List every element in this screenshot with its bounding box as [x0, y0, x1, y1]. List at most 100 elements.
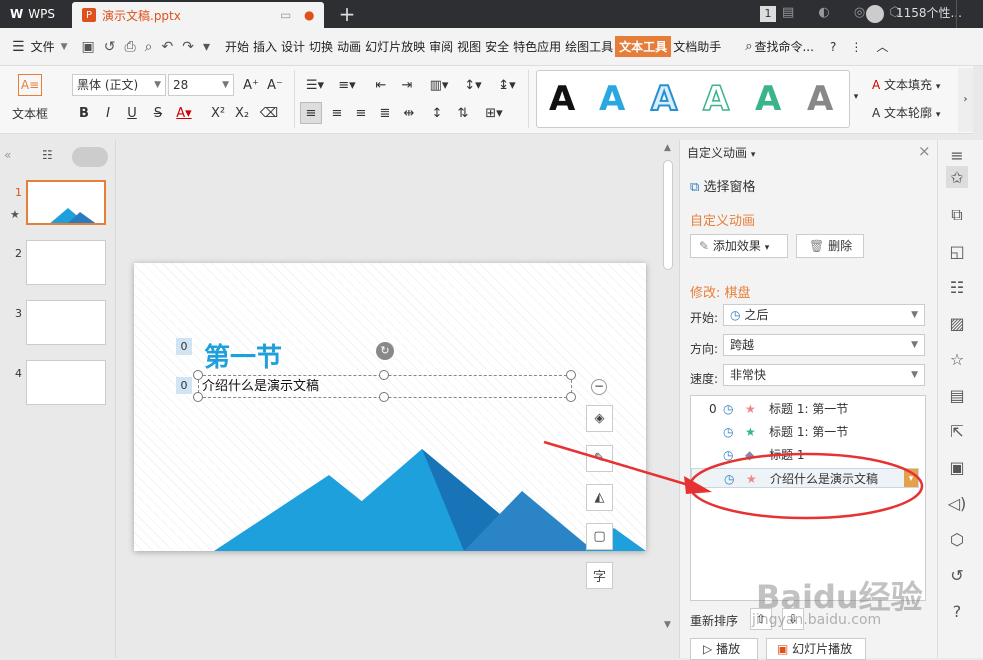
slide-thumbnail-1[interactable] [26, 180, 106, 225]
list-item[interactable]: 0 ◷ ★ 标题 1: 第一节 [691, 399, 925, 419]
slide-thumbnail-4[interactable] [26, 360, 106, 405]
textbox-icon[interactable]: A≡ [18, 74, 42, 96]
share-icon[interactable]: ⇱ [946, 420, 968, 442]
archive-icon[interactable]: ▤ [946, 384, 968, 406]
resize-handle[interactable] [193, 392, 203, 402]
outline-view-icon[interactable]: ☷ [42, 148, 53, 162]
text-direction-icon[interactable]: ↕▾ [460, 74, 486, 96]
help-icon[interactable]: ? [830, 40, 836, 54]
vertical-align-icon[interactable]: ⊞▾ [480, 102, 508, 124]
new-tab-button[interactable]: + [336, 2, 358, 26]
collapse-float-icon[interactable]: − [591, 379, 607, 395]
slide-subtitle[interactable]: 介绍什么是演示文稿 [202, 375, 319, 394]
unsaved-dot-icon[interactable]: ● [304, 8, 314, 22]
menu-special[interactable]: 特色应用 [511, 38, 563, 55]
shapes-icon[interactable]: ◱ [946, 240, 968, 262]
hamburger-icon[interactable]: ☰ [12, 39, 25, 55]
pen-icon[interactable]: ✎ [586, 445, 613, 472]
scroll-down-icon[interactable]: ▼ [664, 620, 671, 630]
badge-count[interactable]: 1 [760, 6, 776, 22]
style-green-icon[interactable]: A [755, 79, 781, 119]
resize-handle[interactable] [566, 370, 576, 380]
text-fill-button[interactable]: A 文本填充 ▾ [872, 76, 940, 93]
picture-icon[interactable]: ▨ [946, 312, 968, 334]
italic-icon[interactable]: I [98, 102, 118, 124]
play-button[interactable]: ▷ 播放 [690, 638, 758, 660]
subscript-icon[interactable]: X₂ [232, 102, 252, 124]
resize-handle[interactable] [566, 392, 576, 402]
style-blue-outline-icon[interactable]: A [650, 78, 678, 120]
style-blue-icon[interactable]: A [599, 79, 625, 119]
distribute-icon[interactable]: ⇹ [398, 102, 420, 124]
direction-select[interactable]: 跨越 ▼ [723, 334, 925, 356]
start-select[interactable]: ◷ 之后 ▼ [723, 304, 925, 326]
justify-icon[interactable]: ≣ [374, 102, 396, 124]
list-item-selected[interactable]: ◷ ★ 介绍什么是演示文稿 ▾ [691, 468, 919, 488]
settings-sliders-icon[interactable]: ☷ [946, 276, 968, 298]
eraser-icon[interactable]: ⌫ [258, 102, 280, 124]
collapse-ribbon-icon[interactable]: ︿ [876, 38, 888, 55]
menu-doc-assistant[interactable]: 文档助手 [671, 38, 723, 55]
canvas-scrollbar[interactable] [663, 160, 673, 270]
list-item[interactable]: ◷ ◆ 标题 1 [691, 445, 925, 465]
file-menu[interactable]: 文件 [29, 38, 57, 55]
copy-icon[interactable]: ⧉ [946, 204, 968, 226]
scroll-up-icon[interactable]: ▲ [664, 143, 671, 153]
font-name-select[interactable]: 黑体 (正文) ▼ [72, 74, 166, 96]
speed-select[interactable]: 非常快 ▼ [723, 364, 925, 386]
text-outline-button[interactable]: A 文本轮廓 ▾ [872, 104, 940, 121]
textbox-button[interactable]: 文本框 [6, 104, 54, 122]
superscript-icon[interactable]: X² [208, 102, 228, 124]
add-effect-button[interactable]: ✎ 添加效果 ▾ [690, 234, 788, 258]
wps-home-tab[interactable]: W WPS [0, 0, 70, 28]
avatar[interactable] [866, 5, 884, 23]
menu-design[interactable]: 设计 [279, 38, 307, 55]
menu-view[interactable]: 视图 [455, 38, 483, 55]
align-center-icon[interactable]: ≡ [326, 102, 348, 124]
menu-text-tools[interactable]: 文本工具 [615, 36, 672, 57]
quick-access-icons[interactable]: ▣↺⎙⌕↶↷▾ [82, 39, 220, 55]
slide-title[interactable]: 第一节 [204, 337, 282, 374]
font-color-icon[interactable]: A▾ [172, 102, 196, 124]
slideshow-button[interactable]: ▣ 幻灯片播放 [766, 638, 866, 660]
slide-canvas[interactable]: 0 第一节 0 介绍什么是演示文稿 ↻ [134, 263, 646, 551]
style-green-outline-icon[interactable]: A [702, 78, 730, 120]
slide-thumbnail-2[interactable] [26, 240, 106, 285]
animation-star-icon[interactable]: ✩ [946, 166, 968, 188]
menu-drawing-tools[interactable]: 绘图工具 [563, 38, 615, 55]
menu-review[interactable]: 审阅 [427, 38, 455, 55]
align-left-icon[interactable]: ≡ [300, 102, 322, 124]
shield-icon[interactable]: ⬡ [946, 528, 968, 550]
monitor-icon[interactable]: ▭ [280, 8, 291, 22]
line-spacing-2-icon[interactable]: ↕ [426, 102, 448, 124]
font-tool-button[interactable]: 字 [586, 562, 613, 589]
command-search[interactable]: 查找命令... [752, 38, 815, 55]
help-icon[interactable]: ? [946, 600, 968, 622]
menu-insert[interactable]: 插入 [251, 38, 279, 55]
outdent-icon[interactable]: ⇤ [370, 74, 392, 96]
border-icon[interactable]: ▢ [586, 523, 613, 550]
decrease-font-icon[interactable]: A⁻ [264, 74, 286, 96]
item-dropdown-icon[interactable]: ▾ [904, 469, 918, 487]
collapse-bar-icon[interactable]: ≡ [946, 144, 968, 166]
user-name[interactable]: 1158个性... [896, 4, 962, 21]
slide-thumbnail-3[interactable] [26, 300, 106, 345]
style-gray-icon[interactable]: A [807, 79, 833, 119]
delete-button[interactable]: 🗑 删除 [796, 234, 864, 258]
more-icon[interactable]: ⋮ [850, 40, 862, 54]
numbered-list-icon[interactable]: ≡▾ [334, 74, 360, 96]
layers-icon[interactable]: ◈ [586, 405, 613, 432]
resize-handle[interactable] [379, 370, 389, 380]
chevron-down-icon[interactable]: ▼ [61, 42, 68, 52]
align-right-icon[interactable]: ≡ [350, 102, 372, 124]
document-tab[interactable]: P 演示文稿.pptx ▭ ● [72, 2, 324, 28]
collapse-panel-icon[interactable]: « [4, 148, 11, 162]
menu-security[interactable]: 安全 [483, 38, 511, 55]
bold-icon[interactable]: B [74, 102, 94, 124]
para-spacing-icon[interactable]: ⇅ [452, 102, 474, 124]
bullet-list-icon[interactable]: ☰▾ [302, 74, 328, 96]
font-size-select[interactable]: 28 ▼ [168, 74, 234, 96]
resize-handle[interactable] [379, 392, 389, 402]
menu-animation[interactable]: 动画 [335, 38, 363, 55]
menu-transition[interactable]: 切换 [307, 38, 335, 55]
